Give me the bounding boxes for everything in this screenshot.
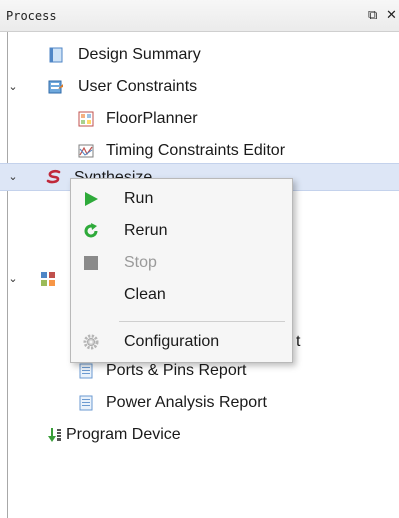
chevron-down-icon[interactable]: ⌄ <box>6 80 20 94</box>
tree-item-floorplanner[interactable]: FloorPlanner <box>0 104 399 134</box>
tree-item-label: Ports & Pins Report <box>106 362 247 379</box>
menu-item-label: Rerun <box>124 222 168 239</box>
menu-item-label: Stop <box>124 254 157 271</box>
context-menu: Run Rerun Stop Clean Configuration <box>70 178 293 363</box>
tree-item-label: Power Analysis Report <box>106 394 267 411</box>
tree-item-label: t <box>296 333 301 350</box>
stop-icon <box>84 256 98 270</box>
menu-item-clean[interactable]: Clean <box>71 280 292 310</box>
menu-item-rerun[interactable]: Rerun <box>71 216 292 246</box>
report-icon <box>79 395 93 411</box>
menu-item-label: Run <box>124 190 154 207</box>
tree-item-user-constraints[interactable]: ⌄ User Constraints <box>0 72 399 102</box>
floorplanner-icon <box>78 111 94 127</box>
tree-item-label: Program Device <box>66 426 181 443</box>
menu-item-stop[interactable]: Stop <box>71 248 292 278</box>
process-panel: Process ⧉ ✕ Design Summary ⌄ User Constr… <box>0 0 399 518</box>
synthesize-icon <box>46 169 61 184</box>
place-route-icon <box>41 272 55 286</box>
play-icon <box>85 192 98 206</box>
menu-item-label: Configuration <box>124 333 220 350</box>
panel-titlebar: Process ⧉ ✕ <box>0 0 399 32</box>
close-icon[interactable]: ✕ <box>386 8 397 22</box>
chevron-down-icon[interactable]: ⌄ <box>6 170 20 184</box>
float-icon[interactable]: ⧉ <box>368 8 377 22</box>
tree-item-design-summary[interactable]: Design Summary <box>0 40 399 70</box>
tree-item-power-analysis-report[interactable]: Power Analysis Report <box>0 388 399 418</box>
program-device-icon <box>48 428 61 442</box>
constraints-icon <box>48 80 63 94</box>
tree-item-label: Timing Constraints Editor <box>106 142 286 159</box>
report-icon <box>79 363 93 379</box>
timing-waveform-icon <box>78 144 94 158</box>
menu-separator <box>119 321 285 322</box>
rerun-icon <box>84 223 98 238</box>
gear-icon <box>83 334 99 350</box>
panel-title: Process <box>6 9 57 23</box>
menu-item-label: Clean <box>124 286 166 303</box>
chevron-down-icon[interactable]: ⌄ <box>6 272 20 286</box>
document-summary-icon <box>49 47 63 63</box>
menu-item-run[interactable]: Run <box>71 184 292 214</box>
tree-item-label: User Constraints <box>78 78 198 95</box>
tree-item-program-device[interactable]: Program Device <box>0 420 399 450</box>
tree-item-timing-constraints-editor[interactable]: Timing Constraints Editor <box>0 136 399 166</box>
menu-item-configuration[interactable]: Configuration <box>71 327 292 357</box>
tree-item-label: FloorPlanner <box>106 110 198 127</box>
tree-item-label: Design Summary <box>78 46 201 63</box>
